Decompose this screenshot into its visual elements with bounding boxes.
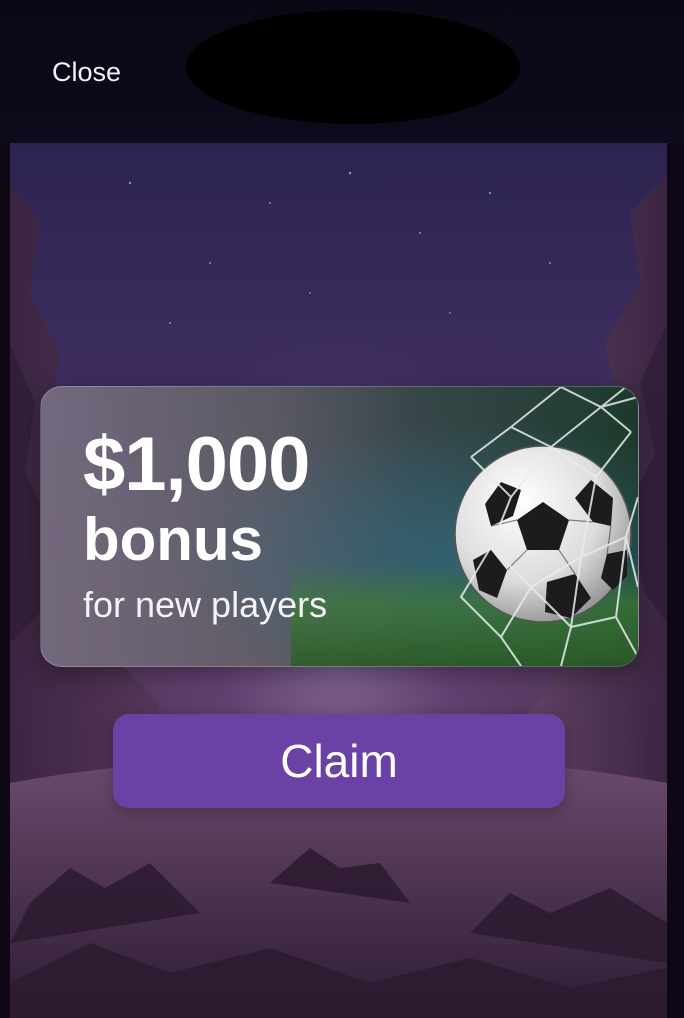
claim-button[interactable]: Claim bbox=[113, 714, 565, 808]
top-bar: Close bbox=[0, 0, 684, 143]
promo-card[interactable]: $1,000 bonus for new players bbox=[40, 386, 639, 667]
close-button[interactable]: Close bbox=[52, 55, 121, 89]
goal-net bbox=[459, 387, 638, 666]
promo-screen: Close $1,000 bonus for new players Claim bbox=[0, 0, 684, 1018]
camera-notch bbox=[186, 10, 520, 124]
